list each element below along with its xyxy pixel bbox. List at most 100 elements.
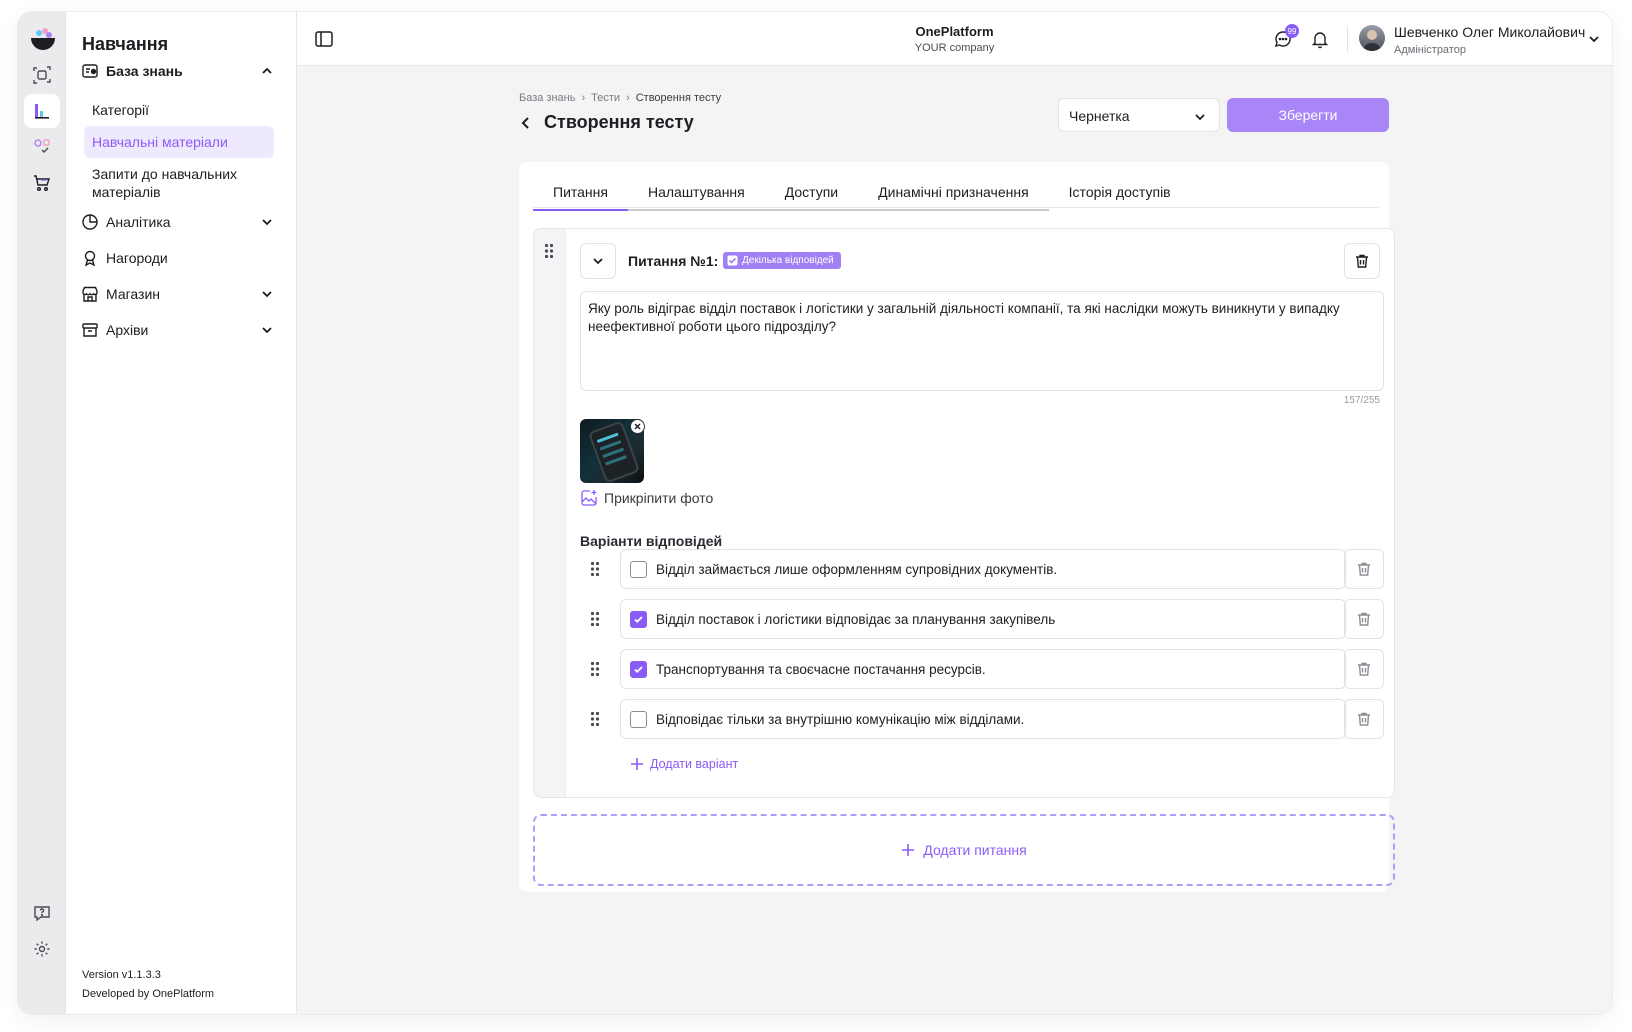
tab-dynamic-assignments[interactable]: Динамічні призначення [858,182,1049,211]
user-name[interactable]: Шевченко Олег Миколайович [1394,24,1585,40]
breadcrumb-item[interactable]: База знань [519,92,575,104]
sidebar-item-label: Нагороди [106,250,168,266]
delete-answer-button[interactable] [1344,649,1384,689]
answer-field[interactable]: Відповідає тільки за внутрішню комунікац… [620,699,1346,739]
delete-question-button[interactable] [1344,243,1380,279]
answer-field[interactable]: Відділ займається лише оформленням супро… [620,549,1346,589]
knowledge-base-icon [80,61,100,81]
add-question-button[interactable]: Додати питання [533,814,1395,886]
archive-icon [80,320,100,340]
rail-settings-icon[interactable] [24,932,60,966]
attach-photo-button[interactable]: Прикріпити фото [580,489,713,507]
add-question-label: Додати питання [923,842,1027,858]
drag-grip-icon[interactable] [590,611,600,627]
chat-icon[interactable]: 99 [1272,24,1299,50]
tab-settings[interactable]: Налаштування [627,182,765,211]
breadcrumb-item[interactable]: Тести [591,92,620,104]
trash-icon [1358,612,1370,626]
answer-field[interactable]: Транспортування та своєчасне постачання … [620,649,1346,689]
delete-answer-button[interactable] [1344,699,1384,739]
answer-checkbox-checked[interactable] [630,660,647,678]
chevron-down-icon [593,258,603,265]
page-title-text: Створення тесту [544,112,694,132]
answer-checkbox[interactable] [630,710,647,728]
close-icon [634,423,641,430]
drag-grip-icon[interactable] [590,711,600,727]
answer-text: Відділ поставок і логістики відповідає з… [656,611,1056,627]
sidebar-item-label: Архіви [106,322,149,338]
character-counter: 157/255 [1343,395,1380,406]
check-icon [634,615,643,623]
rail-shop-icon[interactable] [24,166,60,200]
tab-access-history[interactable]: Історія доступів [1049,182,1191,211]
question-type-label: Декілька відповідей [742,255,834,266]
add-variant-button[interactable]: Додати варіант [630,757,738,771]
answer-row: Відділ поставок і логістики відповідає з… [580,599,1384,639]
rail-help-icon[interactable] [24,896,60,930]
remove-photo-button[interactable] [630,419,645,434]
answer-text: Відповідає тільки за внутрішню комунікац… [656,711,1025,727]
delete-answer-button[interactable] [1344,549,1384,589]
answer-field[interactable]: Відділ поставок і логістики відповідає з… [620,599,1346,639]
pie-chart-icon [80,212,100,232]
rail-modules-icon[interactable] [24,58,60,92]
question-drag-handle[interactable] [534,229,566,797]
sidebar-subitem-categories[interactable]: Категорії [84,94,274,126]
sidebar-title: Навчання [82,34,169,54]
drag-grip-icon[interactable] [590,561,600,577]
answer-text: Транспортування та своєчасне постачання … [656,661,986,677]
sidebar-item-label: Магазин [106,286,161,302]
status-select-value: Чернетка [1069,108,1130,124]
award-icon [80,248,100,268]
sidebar-subitem-learning-materials[interactable]: Навчальні матеріали [84,126,274,158]
sidebar-item-rewards[interactable]: Нагороди [80,243,274,273]
trash-icon [1358,562,1370,576]
test-editor-card: Питання Налаштування Доступи Динамічні п… [519,162,1395,892]
developer-text: Developed by OnePlatform [82,988,215,1000]
back-arrow-icon[interactable] [518,115,534,131]
trash-icon [1356,254,1368,268]
app-logo-icon [31,28,55,50]
tab-questions[interactable]: Питання [533,182,628,211]
attach-photo-label: Прикріпити фото [604,490,714,506]
sidebar-item-shop[interactable]: Магазин [80,279,274,309]
answer-checkbox-checked[interactable] [630,610,647,628]
drag-grip-icon[interactable] [590,661,600,677]
sidebar-item-archives[interactable]: Архіви [80,315,274,345]
chevron-down-icon [262,291,272,298]
question-block: Питання №1: Декілька відповідей Яку роль… [533,228,1395,798]
rail-tasks-icon[interactable] [24,130,60,164]
answer-row: Транспортування та своєчасне постачання … [580,649,1384,689]
sidebar-item-analytics[interactable]: Аналітика [80,207,274,237]
sidebar-item-label: Аналітика [106,214,171,230]
add-variant-label: Додати варіант [650,757,739,771]
answer-checkbox[interactable] [630,560,647,578]
answer-text: Відділ займається лише оформленням супро… [656,561,1058,577]
icon-rail [18,12,66,1014]
sidebar-item-knowledge-base[interactable]: База знань [80,56,274,86]
answer-row: Відповідає тільки за внутрішню комунікац… [580,699,1384,739]
status-select[interactable]: Чернетка [1058,98,1220,132]
sidebar-item-label: База знань [106,63,183,79]
user-menu-chevron-icon[interactable] [1583,28,1605,50]
tab-access[interactable]: Доступи [764,182,859,211]
avatar[interactable] [1359,25,1385,51]
breadcrumb-separator: › [626,92,630,104]
plus-icon [902,844,915,856]
breadcrumb-current: Створення тесту [635,92,722,104]
question-collapse-button[interactable] [580,243,616,279]
answers-heading: Варіанти відповідей [580,533,723,549]
check-icon [634,665,643,673]
trash-icon [1358,712,1370,726]
sidebar-subitem-material-requests[interactable]: Запити до навчальних матеріалів [84,158,274,208]
sidebar-footer: Version v1.1.3.3 Developed by OnePlatfor… [82,966,214,1004]
image-add-icon [581,490,597,506]
bell-icon[interactable] [1309,28,1331,50]
save-button[interactable]: Зберегти [1227,98,1389,132]
drag-grip-icon [544,243,554,259]
delete-answer-button[interactable] [1344,599,1384,639]
version-text: Version v1.1.3.3 [82,969,161,981]
question-text-input[interactable]: Яку роль відіграє відділ поставок і логі… [580,291,1384,391]
chevron-down-icon [262,219,272,226]
rail-learning-icon[interactable] [24,94,60,128]
